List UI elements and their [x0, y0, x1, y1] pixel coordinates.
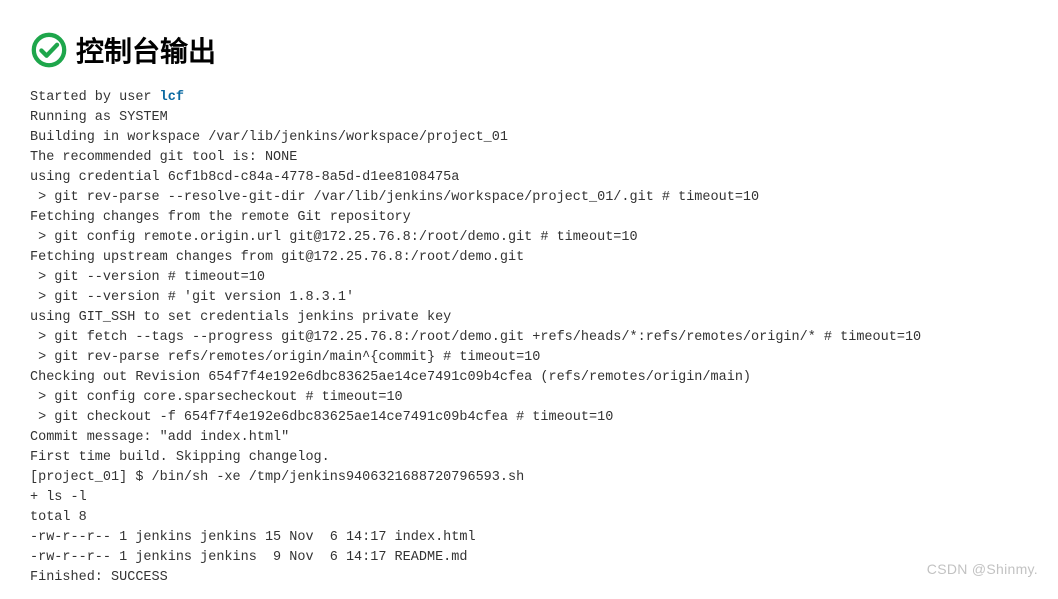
console-line: + ls -l — [30, 490, 87, 505]
console-header: 控制台输出 — [30, 30, 1028, 70]
console-line: [project_01] $ /bin/sh -xe /tmp/jenkins9… — [30, 470, 524, 485]
console-line: > git --version # timeout=10 — [30, 270, 265, 285]
console-line: Finished: SUCCESS — [30, 570, 168, 585]
console-line: Running as SYSTEM — [30, 110, 168, 125]
console-line: Fetching changes from the remote Git rep… — [30, 210, 411, 225]
console-line: -rw-r--r-- 1 jenkins jenkins 15 Nov 6 14… — [30, 530, 476, 545]
console-line: > git --version # 'git version 1.8.3.1' — [30, 290, 354, 305]
console-line: total 8 — [30, 510, 87, 525]
console-line: > git config core.sparsecheckout # timeo… — [30, 390, 403, 405]
console-line: Building in workspace /var/lib/jenkins/w… — [30, 130, 508, 145]
user-link[interactable]: lcf — [160, 90, 184, 105]
console-line: > git checkout -f 654f7f4e192e6dbc83625a… — [30, 410, 613, 425]
console-line: -rw-r--r-- 1 jenkins jenkins 9 Nov 6 14:… — [30, 550, 467, 565]
console-line: using GIT_SSH to set credentials jenkins… — [30, 310, 451, 325]
console-line: First time build. Skipping changelog. — [30, 450, 330, 465]
console-line: Commit message: "add index.html" — [30, 430, 289, 445]
check-circle-icon — [30, 31, 68, 69]
started-by-prefix: Started by user — [30, 90, 160, 105]
console-line: > git rev-parse --resolve-git-dir /var/l… — [30, 190, 759, 205]
console-line: > git fetch --tags --progress git@172.25… — [30, 330, 921, 345]
console-output: Started by user lcf Running as SYSTEM Bu… — [30, 88, 1028, 588]
console-line: Checking out Revision 654f7f4e192e6dbc83… — [30, 370, 751, 385]
console-line: > git rev-parse refs/remotes/origin/main… — [30, 350, 540, 365]
console-line: using credential 6cf1b8cd-c84a-4778-8a5d… — [30, 170, 459, 185]
console-line: The recommended git tool is: NONE — [30, 150, 297, 165]
console-line: > git config remote.origin.url git@172.2… — [30, 230, 638, 245]
watermark: CSDN @Shinmy. — [927, 561, 1038, 577]
console-line: Fetching upstream changes from git@172.2… — [30, 250, 524, 265]
page-title: 控制台输出 — [76, 30, 216, 70]
